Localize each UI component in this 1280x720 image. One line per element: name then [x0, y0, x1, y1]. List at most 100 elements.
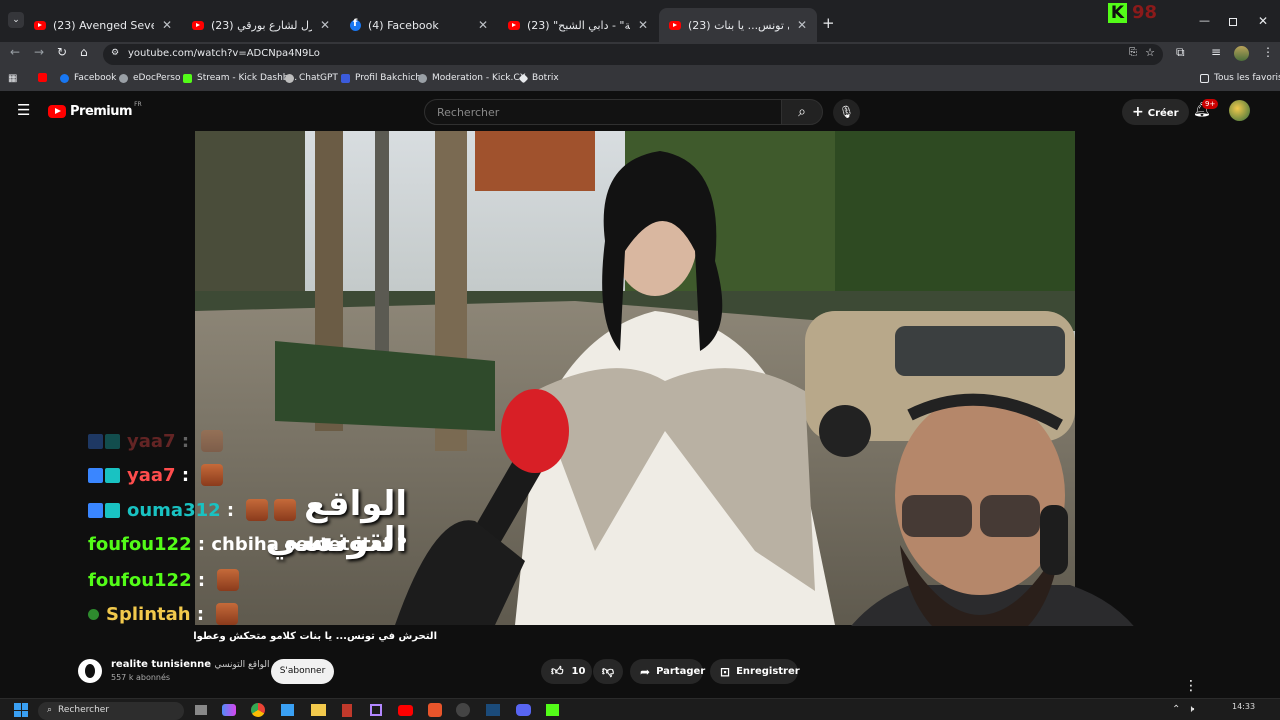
more-options-icon[interactable]: ⋮	[1184, 678, 1198, 694]
hamburger-menu-icon[interactable]: ☰	[17, 101, 30, 119]
channel-avatar[interactable]	[78, 659, 102, 683]
tab-2[interactable]: (23) قيس سعيد ينزل لشارع بورقي ✕	[182, 8, 340, 42]
app-icon-purple[interactable]	[370, 704, 382, 716]
bookmarks-bar: ▦ Facebook eDocPerso Stream - Kick Dashb…	[0, 67, 1280, 91]
file-explorer-icon[interactable]	[311, 704, 326, 716]
leaf-badge-icon	[88, 608, 99, 620]
copilot-icon[interactable]	[222, 704, 236, 716]
extensions-icon[interactable]: ⧉	[1176, 45, 1185, 60]
app-icon-orange[interactable]	[428, 703, 442, 717]
chrome-icon[interactable]	[251, 703, 265, 717]
search-icon: ⌕	[798, 104, 806, 120]
tab-label: (23) "أغنية البداية" - دابي الشبح	[527, 18, 630, 32]
chat-separator: :	[191, 569, 212, 591]
voice-search-button[interactable]: 🎙	[833, 99, 860, 126]
youtube-app-icon[interactable]	[398, 705, 413, 716]
steam-icon[interactable]	[486, 704, 500, 716]
tray-chevron-icon[interactable]: ⌃	[1172, 704, 1180, 715]
chat-username: foufou122	[88, 569, 192, 591]
close-icon[interactable]: ✕	[797, 18, 807, 32]
back-icon[interactable]: ←	[10, 45, 20, 59]
region-code: FR	[134, 101, 142, 108]
site-info-icon[interactable]: ⚙	[111, 48, 119, 58]
address-bar[interactable]: ⚙ youtube.com/watch?v=ADCNpa4N9Lo ⎘ ☆	[103, 44, 1163, 65]
kick-app-icon[interactable]	[546, 704, 559, 716]
new-tab-button[interactable]: +	[822, 14, 835, 32]
bookmark-chatgpt[interactable]: ChatGPT	[285, 73, 338, 83]
like-button[interactable]: 👍︎ 10	[541, 659, 592, 684]
chat-separator: :	[190, 603, 211, 625]
channel-logo-icon	[85, 664, 95, 678]
discord-icon[interactable]	[516, 704, 531, 716]
minimize-button[interactable]: —	[1199, 14, 1210, 27]
tab-4[interactable]: (23) "أغنية البداية" - دابي الشبح ✕	[498, 8, 658, 42]
create-button[interactable]: + Créer	[1122, 99, 1189, 125]
app-icon-red[interactable]	[342, 704, 352, 717]
close-window-button[interactable]: ✕	[1258, 14, 1268, 28]
chat-message: foufou122 : chbiha sektet itaf ?	[88, 534, 407, 555]
home-icon[interactable]: ⌂	[80, 45, 88, 59]
media-icon[interactable]: ≡	[1211, 45, 1221, 59]
video-title: التحرش في تونس... يا بنات كلامو متحكش وع…	[193, 631, 437, 642]
share-button[interactable]: ➦ Partager	[630, 659, 705, 684]
tab-1[interactable]: (23) Avenged Sevenfold - Hail T ✕	[24, 8, 182, 42]
badge-icon	[88, 467, 103, 483]
subscriber-count: 557 k abonnés	[111, 673, 171, 682]
clock[interactable]: 14:33	[1232, 702, 1255, 711]
bookmark-edocperso[interactable]: eDocPerso	[119, 73, 180, 83]
tab-search-button[interactable]: ⌄	[8, 12, 24, 28]
youtube-icon	[38, 73, 47, 82]
channel-name-ar: الواقع التونسي	[214, 660, 270, 670]
volume-icon[interactable]: 🕨︎	[1188, 704, 1194, 715]
close-icon[interactable]: ✕	[320, 18, 330, 32]
tab-label: (23) التحرش في تونس... يا بنات	[688, 18, 789, 32]
youtube-icon	[192, 20, 204, 30]
close-icon[interactable]: ✕	[638, 18, 648, 32]
tab-5-active[interactable]: (23) التحرش في تونس... يا بنات ✕	[659, 8, 817, 42]
close-icon[interactable]: ✕	[478, 18, 488, 32]
notification-badge: 9+	[1202, 99, 1219, 109]
bookmark-botrix[interactable]: Botrix	[518, 73, 559, 83]
bookmark-youtube[interactable]	[38, 73, 52, 82]
search-button[interactable]: ⌕	[781, 99, 823, 125]
profile-avatar[interactable]	[1234, 46, 1249, 61]
reload-icon[interactable]: ↻	[57, 45, 67, 59]
bookmark-kick-dashboard[interactable]: Stream - Kick Dashb...	[183, 73, 297, 83]
obs-icon[interactable]	[456, 703, 470, 717]
install-icon[interactable]: ⎘	[1129, 47, 1137, 58]
channel-name[interactable]: realite tunisienne الواقع التونسي ✔	[111, 659, 280, 670]
bookmark-profil-bakchich[interactable]: Profil Bakchich	[341, 73, 421, 83]
windows-start-icon[interactable]	[14, 703, 28, 717]
close-icon[interactable]: ✕	[162, 18, 172, 32]
chat-separator: :	[220, 499, 241, 521]
taskbar-search[interactable]: ⌕ Rechercher	[38, 702, 184, 720]
bookmark-facebook[interactable]: Facebook	[60, 73, 116, 83]
badge-icon	[105, 433, 120, 449]
tab-3[interactable]: (4) Facebook ✕	[340, 8, 498, 42]
apps-icon[interactable]: ▦	[8, 73, 17, 84]
microphone-icon: 🎙	[838, 105, 855, 119]
windows-taskbar: ⌕ Rechercher ⌃ 🕨︎ 14:33	[0, 698, 1280, 720]
bakchich-icon	[341, 73, 350, 83]
bookmark-moderation[interactable]: Moderation - Kick.CX	[418, 73, 526, 83]
badge-icon	[105, 502, 120, 518]
save-button[interactable]: ⊡ Enregistrer	[710, 659, 800, 684]
maximize-button[interactable]	[1229, 18, 1237, 26]
chat-username: Splintah	[106, 603, 191, 625]
facebook-icon	[350, 18, 361, 31]
chat-text: chbiha sektet itaf ?	[211, 534, 408, 555]
account-avatar[interactable]	[1229, 100, 1250, 121]
task-view-icon[interactable]	[195, 705, 207, 715]
star-icon[interactable]: ☆	[1145, 46, 1155, 59]
tab-label: (23) Avenged Sevenfold - Hail T	[53, 18, 154, 32]
menu-icon[interactable]: ⋮	[1262, 45, 1274, 59]
all-bookmarks[interactable]: Tous les favoris	[1200, 73, 1280, 83]
youtube-logo[interactable]: Premium FR	[48, 101, 142, 119]
forward-icon[interactable]: →	[34, 45, 44, 59]
viewer-counter: 98	[1132, 2, 1158, 23]
gear-icon	[418, 73, 427, 83]
subscribe-button[interactable]: S'abonner	[271, 659, 334, 684]
dislike-button[interactable]: 👎︎	[593, 659, 623, 684]
search-input[interactable]: Rechercher	[424, 99, 782, 125]
store-icon[interactable]	[281, 704, 294, 716]
